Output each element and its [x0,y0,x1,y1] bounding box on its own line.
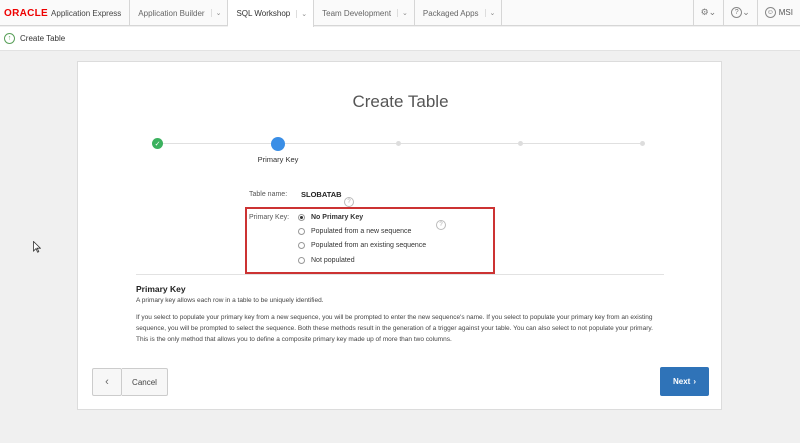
next-label: Next [672,377,691,386]
tab-label: Application Builder [138,8,205,18]
chevron-down-icon[interactable]: ⌄ [296,9,307,18]
user-name: MSI [778,8,793,17]
radio-new-sequence[interactable]: Populated from a new sequence [298,228,411,235]
brand-product: Application Express [51,8,122,18]
top-navigation-bar: ORACLE Application Express Application B… [0,0,800,27]
chevron-down-icon[interactable]: ⌄ [210,9,221,17]
tab-application-builder[interactable]: Application Builder ⌄ [130,0,229,26]
tab-sql-workshop[interactable]: SQL Workshop ⌄ [228,0,315,27]
tab-team-development[interactable]: Team Development ⌄ [314,0,415,26]
help-icon: ? [344,197,354,207]
radio-not-populated[interactable]: Not populated [298,257,355,264]
user-menu-button[interactable]: ☺ MSI [756,0,800,25]
breadcrumb-title: Create Table [20,34,66,43]
chevron-down-icon[interactable]: ⌄ [397,9,408,17]
help-menu-button[interactable]: ? ⌄ [723,0,757,25]
tab-label: Packaged Apps [422,8,479,18]
radio-button[interactable] [298,242,305,249]
step-complete-check-icon: ✓ [152,138,163,149]
tab-label: SQL Workshop [236,9,291,18]
create-table-wizard: Create Table ✓ Primary Key Table name: S… [77,61,722,410]
chevron-right-icon: › [693,377,696,386]
radio-label: Populated from a new sequence [311,228,412,235]
radio-button[interactable] [298,257,305,264]
chevron-down-icon: ⌄ [742,7,750,17]
table-name-help-button[interactable]: ? [344,190,354,208]
mouse-cursor-icon [33,241,41,253]
chevron-down-icon[interactable]: ⌄ [484,9,495,17]
step-current-indicator [271,137,285,151]
admin-menu-button[interactable]: ⚙⌄ [692,0,724,25]
help-subtitle: A primary key allows each row in a table… [136,297,324,304]
next-button[interactable]: Next › [660,367,709,396]
radio-label: No Primary Key [311,214,364,221]
tab-packaged-apps[interactable]: Packaged Apps ⌄ [415,0,503,26]
previous-button[interactable]: ‹ [92,368,122,396]
help-body: If you select to populate your primary k… [136,314,653,343]
help-icon: ? [731,7,743,18]
user-avatar-icon: ☺ [764,7,776,18]
tab-label: Team Development [322,8,392,18]
radio-existing-sequence[interactable]: Populated from an existing sequence [298,242,426,249]
wizard-title: Create Table [352,92,449,111]
chevron-left-icon: ‹ [105,376,109,388]
primary-key-label: Primary Key: [249,214,290,221]
radio-label: Not populated [311,257,355,264]
primary-key-help-section: Primary Key A primary key allows each ro… [136,274,664,345]
radio-button[interactable] [298,214,305,221]
table-name-label: Table name: [249,191,288,198]
radio-label: Populated from an existing sequence [311,242,427,249]
cancel-button[interactable]: Cancel [122,368,168,396]
help-icon: ? [436,220,446,230]
radio-button[interactable] [298,228,305,235]
current-step-label: Primary Key [257,155,299,164]
primary-key-help-button[interactable]: ? [436,213,446,231]
table-name-value: SLOBATAB [301,190,342,199]
oracle-apex-logo[interactable]: ORACLE Application Express [0,0,131,26]
brand-oracle: ORACLE [4,7,49,19]
nav-right-group: ⚙⌄ ? ⌄ ☺ MSI [692,0,800,25]
help-title: Primary Key [136,284,186,294]
cancel-label: Cancel [132,377,157,387]
step-pending-dot [518,141,523,146]
radio-no-primary-key[interactable]: No Primary Key [298,214,363,221]
breadcrumb: ↑ Create Table [0,27,800,51]
step-pending-dot [640,141,645,146]
admin-icon: ⚙⌄ [700,7,717,17]
up-arrow-icon[interactable]: ↑ [4,33,15,44]
step-pending-dot [396,141,401,146]
